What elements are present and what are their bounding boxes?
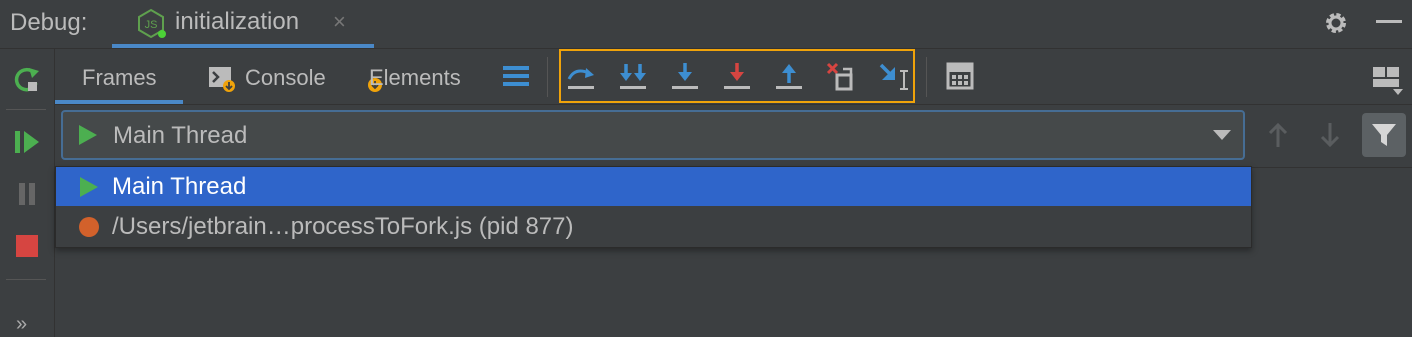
filter-icon xyxy=(1372,124,1396,146)
filter-button[interactable] xyxy=(1362,113,1406,157)
debug-label: Debug: xyxy=(10,9,88,36)
toolbar-separator xyxy=(547,57,548,97)
run-config-tab[interactable]: JS initialization × xyxy=(112,0,374,48)
dropdown-item-label: Main Thread xyxy=(112,173,247,200)
dropdown-item-process[interactable]: /Users/jetbrain…processToFork.js (pid 87… xyxy=(56,207,1251,246)
force-step-into-icon[interactable] xyxy=(719,59,755,95)
tab-title: initialization xyxy=(175,8,300,35)
thread-dropdown: Main Thread /Users/jetbrain…processToFor… xyxy=(55,166,1252,248)
svg-text:JS: JS xyxy=(145,19,158,31)
resume-icon[interactable] xyxy=(12,127,42,157)
thread-selector-row: Main Thread xyxy=(55,105,1412,168)
toolbar-separator xyxy=(6,279,46,280)
dropdown-item-label: /Users/jetbrain…processToFork.js (pid 87… xyxy=(112,213,574,240)
play-icon xyxy=(79,125,97,145)
step-out-icon[interactable] xyxy=(771,59,807,95)
stepping-actions-group xyxy=(559,49,915,103)
evaluate-expression-icon[interactable] xyxy=(946,62,974,90)
step-over-icon[interactable] xyxy=(563,59,599,95)
nodejs-icon: JS xyxy=(138,8,166,38)
left-toolbar: » xyxy=(0,49,55,337)
tab-elements[interactable]: Elements xyxy=(367,49,497,104)
console-icon xyxy=(209,67,235,92)
tab-console[interactable]: Console xyxy=(205,49,335,104)
tab-label: Frames xyxy=(82,65,157,90)
process-dot-icon xyxy=(79,217,99,237)
tab-frames[interactable]: Frames xyxy=(55,49,183,104)
run-to-cursor-icon[interactable] xyxy=(875,59,911,95)
thread-combobox[interactable]: Main Thread xyxy=(61,110,1245,160)
rerun-icon[interactable] xyxy=(12,65,42,95)
toolbar-separator xyxy=(6,109,46,110)
arrow-down-icon[interactable] xyxy=(1317,121,1343,149)
gear-icon[interactable] xyxy=(1322,9,1350,37)
arrow-up-icon[interactable] xyxy=(1265,121,1291,149)
drop-frame-icon[interactable] xyxy=(823,59,859,95)
smart-step-into-icon[interactable] xyxy=(667,59,703,95)
minimize-icon[interactable] xyxy=(1376,20,1402,23)
chevron-down-icon xyxy=(1213,130,1231,140)
toolbar-separator xyxy=(926,57,927,97)
dropdown-item-main-thread[interactable]: Main Thread xyxy=(56,167,1251,206)
step-into-icon[interactable] xyxy=(615,59,651,95)
restore-layout-icon[interactable] xyxy=(1371,63,1403,95)
tab-label: Console xyxy=(245,65,326,90)
play-icon xyxy=(80,177,98,197)
pause-icon[interactable] xyxy=(12,179,42,209)
stop-icon[interactable] xyxy=(12,231,42,261)
more-actions-icon[interactable]: » xyxy=(16,313,27,336)
close-tab-icon[interactable]: × xyxy=(333,9,346,35)
debug-toolbar: Frames Console Elements xyxy=(55,49,1412,105)
selected-thread-label: Main Thread xyxy=(113,122,248,149)
debug-titlebar: Debug: JS initialization × xyxy=(0,0,1412,49)
menu-icon[interactable] xyxy=(503,64,529,88)
tab-label: Elements xyxy=(369,65,461,90)
